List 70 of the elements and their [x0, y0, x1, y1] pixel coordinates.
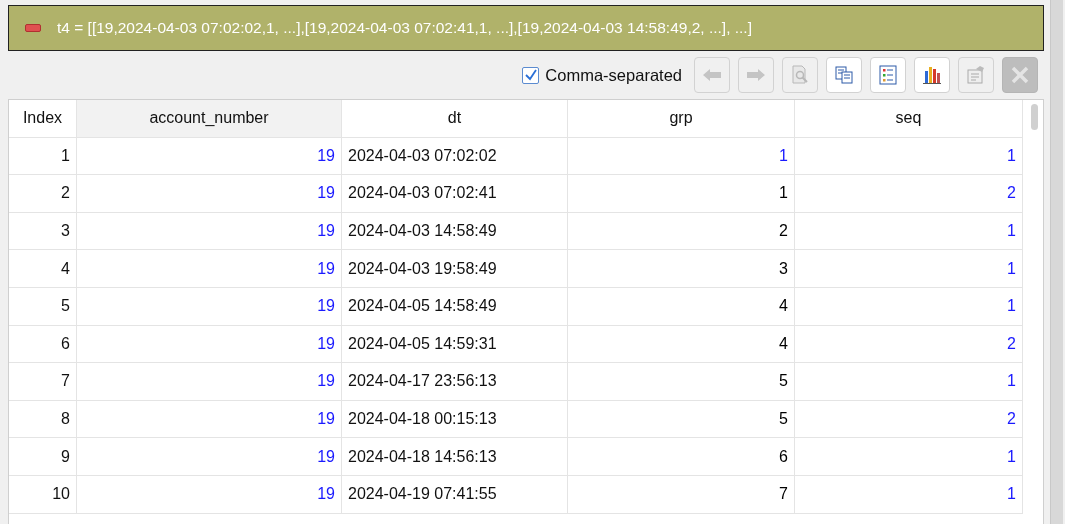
table-cell: 6 — [568, 438, 795, 476]
close-icon — [1010, 65, 1030, 85]
table-cell: 2024-04-19 07:41:55 — [342, 475, 568, 514]
row-index: 3 — [9, 212, 77, 251]
row-index: 1 — [9, 137, 77, 176]
table-cell: 1 — [795, 250, 1023, 288]
chart-button[interactable] — [914, 57, 950, 93]
table-cell: 1 — [795, 475, 1023, 514]
table-cell: 1 — [795, 212, 1023, 251]
right-arrow-icon — [746, 67, 766, 83]
row-index: 7 — [9, 363, 77, 401]
table-cell: 3 — [568, 250, 795, 288]
table-cell: 19 — [77, 325, 342, 364]
bar-chart-icon — [922, 65, 942, 85]
table-cell: 19 — [77, 175, 342, 213]
table-cell: 5 — [568, 363, 795, 401]
column-header[interactable]: grp — [568, 100, 795, 138]
row-index: 9 — [9, 438, 77, 476]
row-index: 6 — [9, 325, 77, 364]
table-cell: 19 — [77, 287, 342, 326]
row-index: 4 — [9, 250, 77, 288]
list-icon — [878, 65, 898, 85]
table-cell: 19 — [77, 250, 342, 288]
scrollbar-thumb[interactable] — [1030, 104, 1038, 130]
table-cell: 19 — [77, 475, 342, 514]
table-cell: 1 — [795, 438, 1023, 476]
table-cell: 2 — [795, 400, 1023, 439]
table-cell: 1 — [795, 287, 1023, 326]
table-cell: 1 — [795, 363, 1023, 401]
table-cell: 4 — [568, 287, 795, 326]
scrollbar[interactable] — [1050, 0, 1063, 524]
table-cell: 2024-04-05 14:59:31 — [342, 325, 568, 364]
table-cell: 19 — [77, 363, 342, 401]
table-cell: 19 — [77, 212, 342, 251]
copy-icon — [834, 65, 854, 85]
column-header[interactable]: dt — [342, 100, 568, 138]
table-cell: 5 — [568, 400, 795, 439]
copy-button[interactable] — [826, 57, 862, 93]
document-magnifier-icon — [790, 65, 810, 85]
table-cell: 2 — [795, 325, 1023, 364]
table-cell: 4 — [568, 325, 795, 364]
table-cell: 1 — [795, 137, 1023, 176]
table-cell: 7 — [568, 475, 795, 514]
left-arrow-icon — [702, 67, 722, 83]
minus-icon[interactable] — [25, 24, 41, 32]
table-cell: 2 — [568, 212, 795, 251]
table-cell: 19 — [77, 400, 342, 439]
table-cell: 2024-04-18 00:15:13 — [342, 400, 568, 439]
table-cell: 19 — [77, 438, 342, 476]
table-cell: 2024-04-05 14:58:49 — [342, 287, 568, 326]
row-index: 2 — [9, 175, 77, 213]
banner-text: t4 = [[19,2024-04-03 07:02:02,1, ...],[19,2024-04-03 07:02:41,1, ...],[19,2024-04-03 14:58:49,2, ...], ...] — [57, 19, 752, 37]
checkbox[interactable] — [522, 66, 540, 84]
table-cell: 2024-04-18 14:56:13 — [342, 438, 568, 476]
table-cell: 2 — [795, 175, 1023, 213]
table-cell: 1 — [568, 175, 795, 213]
table-cell: 2024-04-03 07:02:41 — [342, 175, 568, 213]
table-cell: 19 — [77, 137, 342, 176]
table-cell: 2024-04-17 23:56:13 — [342, 363, 568, 401]
row-index: 5 — [9, 287, 77, 326]
row-index: 10 — [9, 475, 77, 514]
table-cell: 1 — [568, 137, 795, 176]
form-icon — [966, 65, 986, 85]
row-index: 8 — [9, 400, 77, 439]
table-cell: 2024-04-03 19:58:49 — [342, 250, 568, 288]
table-cell: 2024-04-03 14:58:49 — [342, 212, 568, 251]
list-button[interactable] — [870, 57, 906, 93]
column-header[interactable]: account_number — [77, 100, 342, 138]
column-header[interactable]: seq — [795, 100, 1023, 138]
table-cell: 2024-04-03 07:02:02 — [342, 137, 568, 176]
